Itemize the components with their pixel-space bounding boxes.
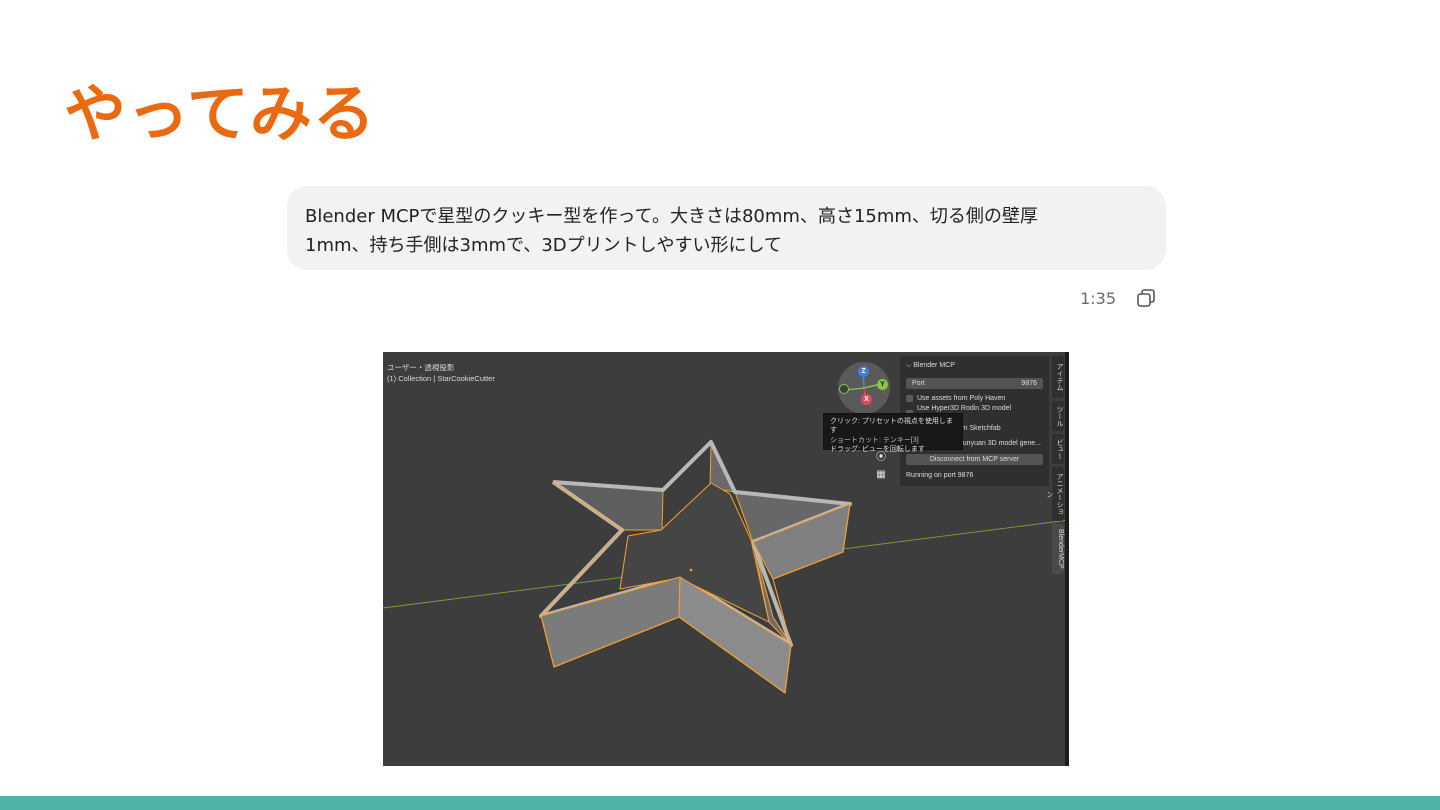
message-meta: 1:35 (1060, 286, 1156, 310)
message-time: 1:35 (1080, 288, 1116, 308)
grid-view-icon[interactable]: ▦ (875, 469, 887, 481)
blender-viewport[interactable]: ユーザー・透視投影 (1) Collection | StarCookieCut… (383, 352, 1069, 766)
tab-item[interactable]: アイテム (1052, 356, 1064, 398)
outer-wall-lower-left (540, 576, 681, 668)
tab-tool[interactable]: ツール (1052, 401, 1064, 431)
collection-line: (1) Collection | StarCookieCutter (387, 374, 495, 383)
panel-header[interactable]: ⌵ Blender MCP (906, 360, 1043, 371)
collection-name: (1) Collection (387, 374, 432, 383)
gizmo-x-axis[interactable]: X (861, 394, 872, 405)
footer-bar (0, 796, 1440, 810)
chevron-down-icon: ⌵ (906, 362, 912, 369)
gizmo-tooltip: クリック: プリセットの視点を使用します ショートカット: テンキー[3] ドラ… (823, 413, 963, 453)
viewport-edge (1065, 352, 1069, 766)
object-name: StarCookieCutter (437, 374, 495, 383)
viewport-info: ユーザー・透視投影 (1) Collection | StarCookieCut… (387, 362, 495, 384)
sidebar-tabs: アイテム ツール ビュー アニメーション BlenderMCP (1046, 356, 1064, 577)
message-line-2: 1mm、持ち手側は3mmで、3Dプリントしやすい形にして (305, 235, 782, 256)
gizmo-y-axis[interactable]: Y (877, 379, 888, 390)
message-line-1: Blender MCPで星型のクッキー型を作って。大きさは80mm、高さ15mm… (305, 206, 1038, 227)
gizmo-neg-y-axis[interactable] (839, 384, 849, 394)
gizmo-z-axis[interactable]: Z (858, 366, 869, 377)
view-label: ユーザー・透視投影 (387, 363, 455, 372)
navigation-gizmo[interactable]: Z Y X (838, 362, 890, 414)
user-message-bubble: Blender MCPで星型のクッキー型を作って。大きさは80mm、高さ15mm… (287, 186, 1166, 270)
origin-point (689, 568, 693, 572)
tab-animation[interactable]: アニメーション (1046, 467, 1064, 521)
tab-view[interactable]: ビュー (1052, 434, 1064, 464)
disconnect-button[interactable]: Disconnect from MCP server (906, 454, 1043, 465)
viewport-side-tools: ⦿ ▦ (875, 452, 887, 486)
tab-blendermcp[interactable]: BlenderMCP (1052, 524, 1064, 574)
server-status: Running on port 9876 (906, 472, 974, 479)
checkbox-icon (906, 395, 913, 402)
star-cookie-cutter (539, 440, 852, 694)
port-field[interactable]: Port 9876 (906, 378, 1043, 389)
slide-title: やってみる (64, 77, 376, 150)
slide: やってみる Blender MCPで星型のクッキー型を作って。大きさは80mm、… (0, 0, 1440, 810)
copy-icon[interactable] (1136, 288, 1156, 308)
